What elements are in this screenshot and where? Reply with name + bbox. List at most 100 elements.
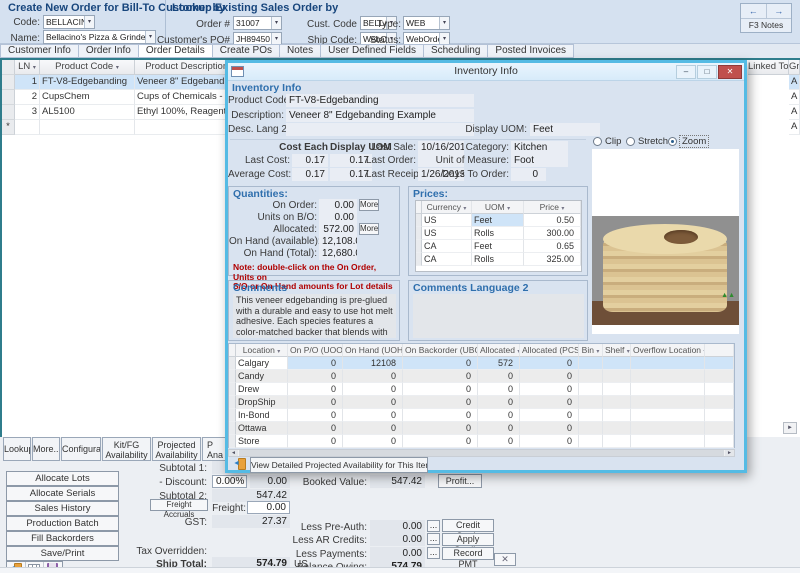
location-cell[interactable]: DropShip xyxy=(236,396,288,409)
dropdown-icon[interactable]: ▾ xyxy=(439,17,449,29)
product-code-column-header[interactable]: Product Code ▾ xyxy=(40,60,135,75)
gr-cell[interactable]: A xyxy=(789,120,800,135)
overflow-location-cell[interactable] xyxy=(631,396,705,409)
tab[interactable]: User Defined Fields xyxy=(321,44,424,58)
name-combo[interactable]: Bellacino's Pizza & Grinders ▾ xyxy=(43,30,156,44)
apply-credits-button[interactable]: Apply Credits xyxy=(442,533,494,546)
gr-cell[interactable]: A xyxy=(789,75,800,90)
overflow-location-cell[interactable] xyxy=(631,383,705,396)
ln-cell[interactable]: 1 xyxy=(15,75,40,90)
gr-column-header[interactable]: Gr xyxy=(789,60,800,75)
allocated-pcs-cell[interactable]: 0 xyxy=(520,396,579,409)
allocated-pcs-cell[interactable]: 0 xyxy=(520,370,579,383)
grid-hscroll-right-button[interactable]: ► xyxy=(783,422,797,434)
delete-button[interactable]: ✕ xyxy=(494,553,516,566)
location-row[interactable]: DropShip 0 0 0 0 0 xyxy=(229,396,734,409)
type-combo[interactable]: WEB ▾ xyxy=(403,16,450,30)
shelf-cell[interactable] xyxy=(603,370,631,383)
shelf-cell[interactable] xyxy=(603,409,631,422)
freight-accruals-button[interactable]: Freight Accruals xyxy=(150,499,208,511)
shelf-cell[interactable] xyxy=(603,435,631,448)
on-hand-column-header[interactable]: On Hand (UOH) ▾ xyxy=(343,344,403,357)
bin-cell[interactable] xyxy=(579,370,603,383)
on-order-more-button[interactable]: More xyxy=(359,199,379,211)
allocated-column-header[interactable]: Allocated ▾ xyxy=(478,344,520,357)
location-cell[interactable]: Drew xyxy=(236,383,288,396)
allocated-pcs-cell[interactable]: 0 xyxy=(520,422,579,435)
on-backorder-cell[interactable]: 0 xyxy=(403,370,478,383)
ln-column-header[interactable]: LN ▾ xyxy=(15,60,40,75)
location-row[interactable]: Drew 0 0 0 0 0 xyxy=(229,383,734,396)
record-pmt-button[interactable]: Record PMT xyxy=(442,547,494,560)
locations-hscrollbar[interactable]: ◄ ► xyxy=(228,449,735,457)
on-hand-cell[interactable]: 0 xyxy=(343,435,403,448)
next-note-button[interactable]: → xyxy=(766,4,792,18)
location-cell[interactable]: Candy xyxy=(236,370,288,383)
on-hand-cell[interactable]: 0 xyxy=(343,409,403,422)
location-cell[interactable]: Ottawa xyxy=(236,422,288,435)
stretch-radio-label[interactable]: Stretch xyxy=(638,136,668,147)
clip-radio-label[interactable]: Clip xyxy=(605,136,621,147)
overflow-location-cell[interactable] xyxy=(631,370,705,383)
on-po-cell[interactable]: 0 xyxy=(288,396,343,409)
zoom-radio-label[interactable]: Zoom xyxy=(680,136,708,147)
on-backorder-cell[interactable]: 0 xyxy=(403,383,478,396)
allocated-cell[interactable]: 572 xyxy=(478,357,520,370)
action-button[interactable]: Fill Backorders xyxy=(6,531,119,546)
notes-button[interactable]: F3 Notes xyxy=(741,19,791,33)
on-hand-cell[interactable]: 0 xyxy=(343,422,403,435)
tab[interactable]: Posted Invoices xyxy=(488,44,574,58)
allocated-cell[interactable]: 0 xyxy=(478,422,520,435)
on-hand-cell[interactable]: 0 xyxy=(343,396,403,409)
on-po-cell[interactable]: 0 xyxy=(288,383,343,396)
maximize-button[interactable]: □ xyxy=(697,65,717,79)
overflow-location-column-header[interactable]: Overflow Location ▾ xyxy=(631,344,705,357)
location-cell[interactable]: Store xyxy=(236,435,288,448)
price-cell[interactable]: 0.50 xyxy=(524,214,581,227)
bin-cell[interactable] xyxy=(579,422,603,435)
allocated-cell[interactable]: 0 xyxy=(478,435,520,448)
product-code-cell[interactable]: AL5100 xyxy=(40,105,135,120)
action-button[interactable]: Allocate Lots xyxy=(6,471,119,486)
scroll-right-button[interactable]: ► xyxy=(725,450,734,456)
allocated-pcs-cell[interactable]: 0 xyxy=(520,383,579,396)
bin-cell[interactable] xyxy=(579,383,603,396)
comments-lang2-text[interactable] xyxy=(413,294,584,338)
currency-column-header[interactable]: Currency ▾ xyxy=(422,201,472,214)
on-po-cell[interactable]: 0 xyxy=(288,435,343,448)
dropdown-icon[interactable]: ▾ xyxy=(271,17,281,29)
pre-auth-more-button[interactable]: ... xyxy=(427,520,440,532)
code-combo[interactable]: BELLACINO ▾ xyxy=(43,15,95,29)
row-selector[interactable] xyxy=(2,90,15,105)
bin-cell[interactable] xyxy=(579,357,603,370)
on-hand-cell[interactable]: 0 xyxy=(343,383,403,396)
row-selector[interactable] xyxy=(2,105,15,120)
payments-more-button[interactable]: ... xyxy=(427,547,440,559)
on-po-cell[interactable]: 0 xyxy=(288,422,343,435)
tab[interactable]: Scheduling xyxy=(424,44,488,58)
tab[interactable]: Order Info xyxy=(79,44,139,58)
price-row[interactable]: CA Rolls 325.00 xyxy=(416,253,581,266)
shelf-cell[interactable] xyxy=(603,396,631,409)
tab[interactable]: Order Details xyxy=(139,44,213,58)
on-backorder-cell[interactable]: 0 xyxy=(403,409,478,422)
bin-cell[interactable] xyxy=(579,409,603,422)
column-dropdown-icon[interactable]: ▾ xyxy=(33,65,36,71)
action-button[interactable]: Allocate Serials xyxy=(6,486,119,501)
location-row[interactable]: Store 0 0 0 0 0 xyxy=(229,435,734,448)
on-hand-cell[interactable]: 0 xyxy=(343,370,403,383)
scroll-thumb[interactable] xyxy=(239,450,724,456)
gr-cell[interactable]: A xyxy=(789,105,800,120)
shelf-cell[interactable] xyxy=(603,422,631,435)
freight-input[interactable]: 0.00 xyxy=(247,501,290,514)
on-backorder-cell[interactable]: 0 xyxy=(403,422,478,435)
on-backorder-cell[interactable]: 0 xyxy=(403,435,478,448)
dropdown-icon[interactable]: ▾ xyxy=(84,16,94,28)
location-row[interactable]: Ottawa 0 0 0 0 0 xyxy=(229,422,734,435)
uom-cell[interactable]: Rolls xyxy=(472,227,524,240)
ln-cell[interactable]: 3 xyxy=(15,105,40,120)
ar-credits-more-button[interactable]: ... xyxy=(427,533,440,545)
uom-column-header[interactable]: UOM ▾ xyxy=(472,201,524,214)
action-button[interactable]: Sales History xyxy=(6,501,119,516)
price-cell[interactable]: 325.00 xyxy=(524,253,581,266)
